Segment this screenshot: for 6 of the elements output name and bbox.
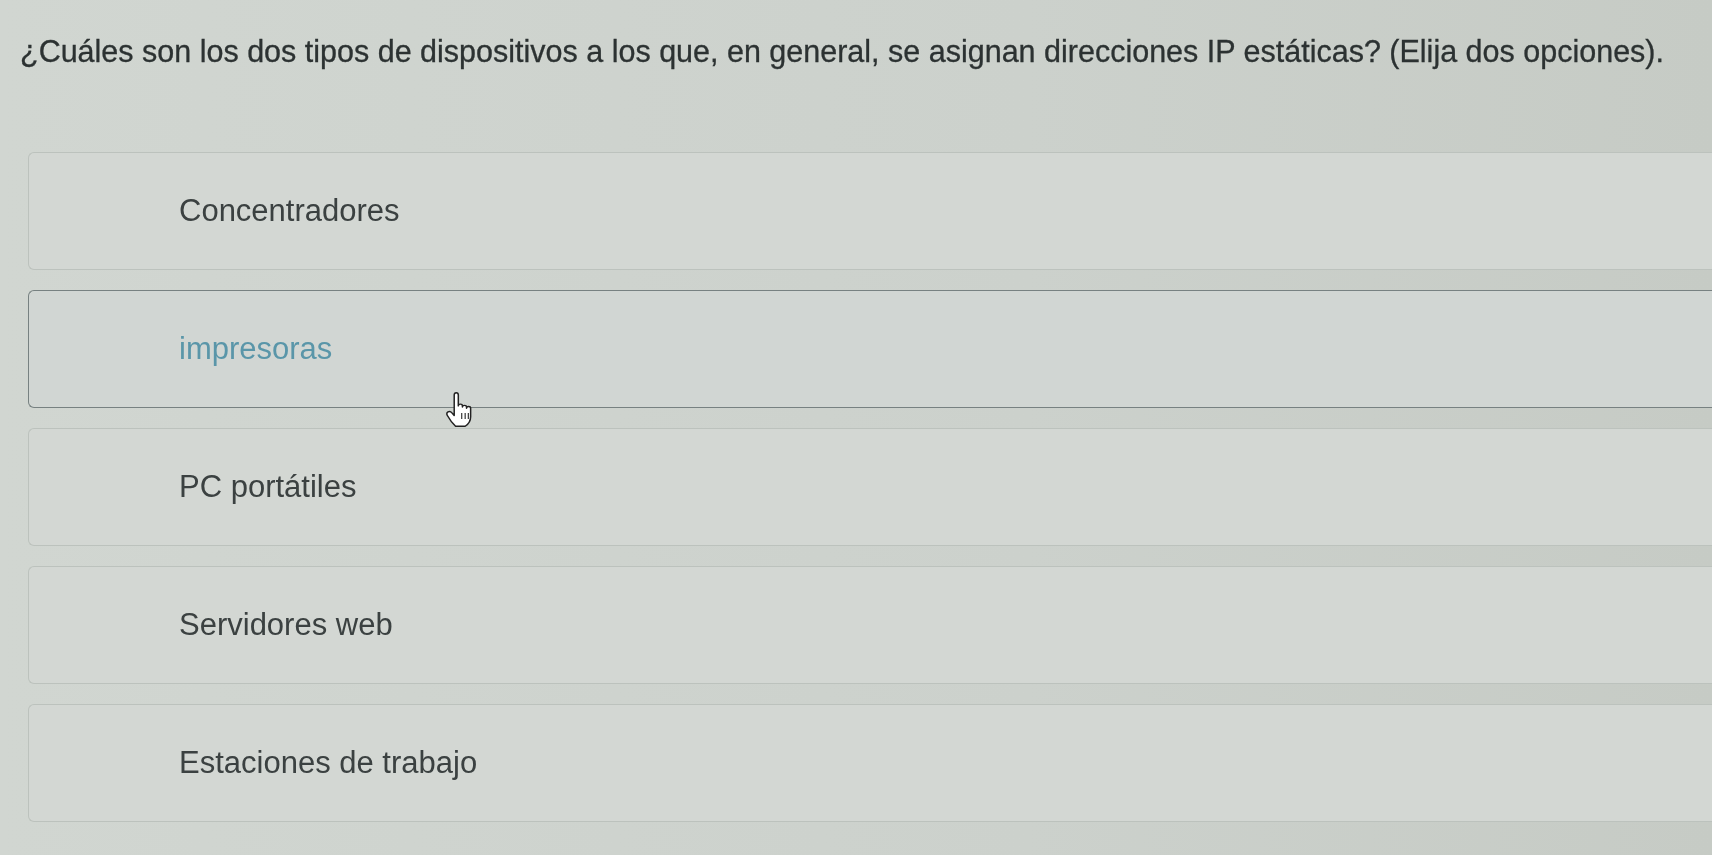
answer-option[interactable]: PC portátiles — [28, 428, 1712, 546]
answer-option[interactable]: Servidores web — [28, 566, 1712, 684]
answer-option[interactable]: Estaciones de trabajo — [28, 704, 1712, 822]
question-text: ¿Cuáles son los dos tipos de dispositivos a los que, en general, se asignan direcciones IP estáticas? (Elija dos opciones). — [20, 33, 1665, 70]
answer-option[interactable]: Concentradores — [28, 152, 1712, 270]
hand-cursor-icon — [446, 392, 472, 427]
